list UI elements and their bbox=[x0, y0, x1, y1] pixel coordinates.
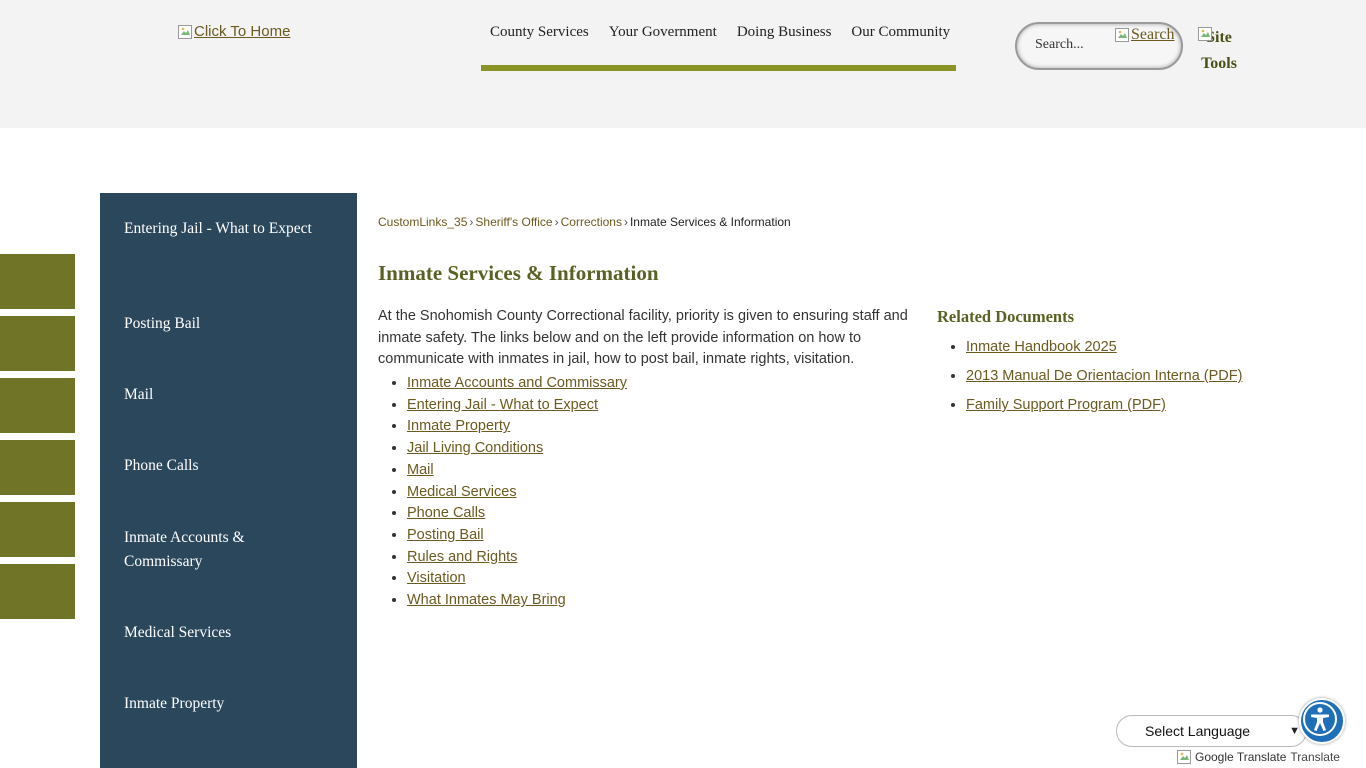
accessibility-icon bbox=[1303, 702, 1337, 736]
search-button-label: Search bbox=[1131, 26, 1175, 43]
link-mail[interactable]: Mail bbox=[407, 462, 434, 478]
doc-manual-orientacion[interactable]: 2013 Manual De Orientacion Interna (PDF) bbox=[966, 368, 1242, 384]
list-item: What Inmates May Bring bbox=[407, 590, 627, 612]
sidebar-item-inmate-property[interactable]: Inmate Property bbox=[124, 692, 324, 716]
breadcrumb-link[interactable]: Corrections bbox=[561, 215, 622, 229]
side-quick-link[interactable] bbox=[0, 378, 75, 433]
translate-label: Translate bbox=[1290, 750, 1340, 764]
breadcrumb-separator: › bbox=[554, 215, 559, 229]
list-item: Entering Jail - What to Expect bbox=[407, 395, 627, 417]
link-entering-jail[interactable]: Entering Jail - What to Expect bbox=[407, 397, 598, 413]
link-posting-bail[interactable]: Posting Bail bbox=[407, 527, 484, 543]
doc-family-support[interactable]: Family Support Program (PDF) bbox=[966, 397, 1166, 413]
search-input[interactable] bbox=[1035, 37, 1115, 53]
related-documents-title: Related Documents bbox=[937, 307, 1075, 326]
services-link-list: Inmate Accounts and Commissary Entering … bbox=[378, 373, 627, 612]
sidebar-item-phone-calls[interactable]: Phone Calls bbox=[124, 454, 324, 478]
search-box: Search bbox=[1015, 22, 1183, 70]
side-quick-link[interactable] bbox=[0, 502, 75, 557]
nav-doing-business[interactable]: Doing Business bbox=[727, 22, 842, 41]
broken-image-icon bbox=[1198, 27, 1212, 41]
list-item: Rules and Rights bbox=[407, 547, 627, 569]
search-button[interactable]: Search bbox=[1115, 26, 1175, 44]
broken-image-icon bbox=[1115, 28, 1129, 42]
doc-inmate-handbook[interactable]: Inmate Handbook 2025 bbox=[966, 339, 1117, 355]
list-item: Mail bbox=[407, 460, 627, 482]
accessibility-button[interactable] bbox=[1299, 698, 1345, 744]
sidebar-item-inmate-accounts[interactable]: Inmate Accounts & Commissary bbox=[124, 526, 324, 574]
link-medical-services[interactable]: Medical Services bbox=[407, 484, 517, 500]
side-quick-link[interactable] bbox=[0, 316, 75, 371]
sidebar-item-posting-bail[interactable]: Posting Bail bbox=[124, 312, 324, 336]
link-jail-living-conditions[interactable]: Jail Living Conditions bbox=[407, 440, 543, 456]
breadcrumb-separator: › bbox=[623, 215, 628, 229]
link-rules-and-rights[interactable]: Rules and Rights bbox=[407, 549, 517, 565]
list-item: 2013 Manual De Orientacion Interna (PDF) bbox=[966, 362, 1242, 391]
side-quick-link[interactable] bbox=[0, 564, 75, 619]
list-item: Inmate Handbook 2025 bbox=[966, 333, 1242, 362]
broken-image-icon bbox=[1177, 750, 1191, 764]
link-visitation[interactable]: Visitation bbox=[407, 570, 466, 586]
language-select[interactable]: Select Language ▼ bbox=[1116, 715, 1307, 747]
side-quick-links bbox=[0, 254, 75, 626]
section-sidebar: Entering Jail - What to Expect Posting B… bbox=[100, 193, 357, 768]
list-item: Medical Services bbox=[407, 482, 627, 504]
link-inmate-property[interactable]: Inmate Property bbox=[407, 418, 510, 434]
related-documents-list: Inmate Handbook 2025 2013 Manual De Orie… bbox=[937, 333, 1242, 420]
sidebar-item-entering-jail[interactable]: Entering Jail - What to Expect bbox=[124, 217, 324, 241]
breadcrumb-current: Inmate Services & Information bbox=[629, 215, 791, 229]
page-title: Inmate Services & Information bbox=[378, 261, 659, 285]
intro-paragraph: At the Snohomish County Correctional fac… bbox=[378, 308, 908, 368]
site-header: Click To Home County Services Your Gover… bbox=[0, 0, 1366, 128]
site-tools-button[interactable]: Site Tools bbox=[1198, 25, 1240, 77]
list-item: Jail Living Conditions bbox=[407, 438, 627, 460]
list-item: Family Support Program (PDF) bbox=[966, 391, 1242, 420]
link-inmate-accounts[interactable]: Inmate Accounts and Commissary bbox=[407, 375, 627, 391]
breadcrumb-link[interactable]: Sheriff's Office bbox=[475, 215, 552, 229]
list-item: Visitation bbox=[407, 568, 627, 590]
side-quick-link[interactable] bbox=[0, 254, 75, 309]
nav-our-community[interactable]: Our Community bbox=[841, 22, 960, 41]
language-select-value: Select Language bbox=[1145, 723, 1251, 739]
breadcrumb-link[interactable]: CustomLinks_35 bbox=[378, 215, 467, 229]
google-translate-credit: Google Translate Translate bbox=[1177, 750, 1340, 764]
link-what-inmates-may-bring[interactable]: What Inmates May Bring bbox=[407, 592, 566, 608]
list-item: Posting Bail bbox=[407, 525, 627, 547]
nav-county-services[interactable]: County Services bbox=[481, 22, 599, 41]
side-quick-link[interactable] bbox=[0, 440, 75, 495]
google-translate-alt: Google Translate bbox=[1195, 750, 1287, 764]
nav-your-government[interactable]: Your Government bbox=[599, 22, 727, 41]
main-navigation: County Services Your Government Doing Bu… bbox=[481, 22, 956, 71]
list-item: Phone Calls bbox=[407, 503, 627, 525]
list-item: Inmate Accounts and Commissary bbox=[407, 373, 627, 395]
broken-image-icon bbox=[178, 24, 192, 39]
link-phone-calls[interactable]: Phone Calls bbox=[407, 505, 485, 521]
sidebar-item-mail[interactable]: Mail bbox=[124, 383, 324, 407]
breadcrumb: CustomLinks_35 › Sheriff's Office › Correcti… bbox=[378, 215, 791, 229]
logo-alt-text: Click To Home bbox=[194, 23, 291, 40]
list-item: Inmate Property bbox=[407, 416, 627, 438]
home-logo-link[interactable]: Click To Home bbox=[178, 23, 290, 40]
sidebar-item-medical-services[interactable]: Medical Services bbox=[124, 621, 324, 645]
